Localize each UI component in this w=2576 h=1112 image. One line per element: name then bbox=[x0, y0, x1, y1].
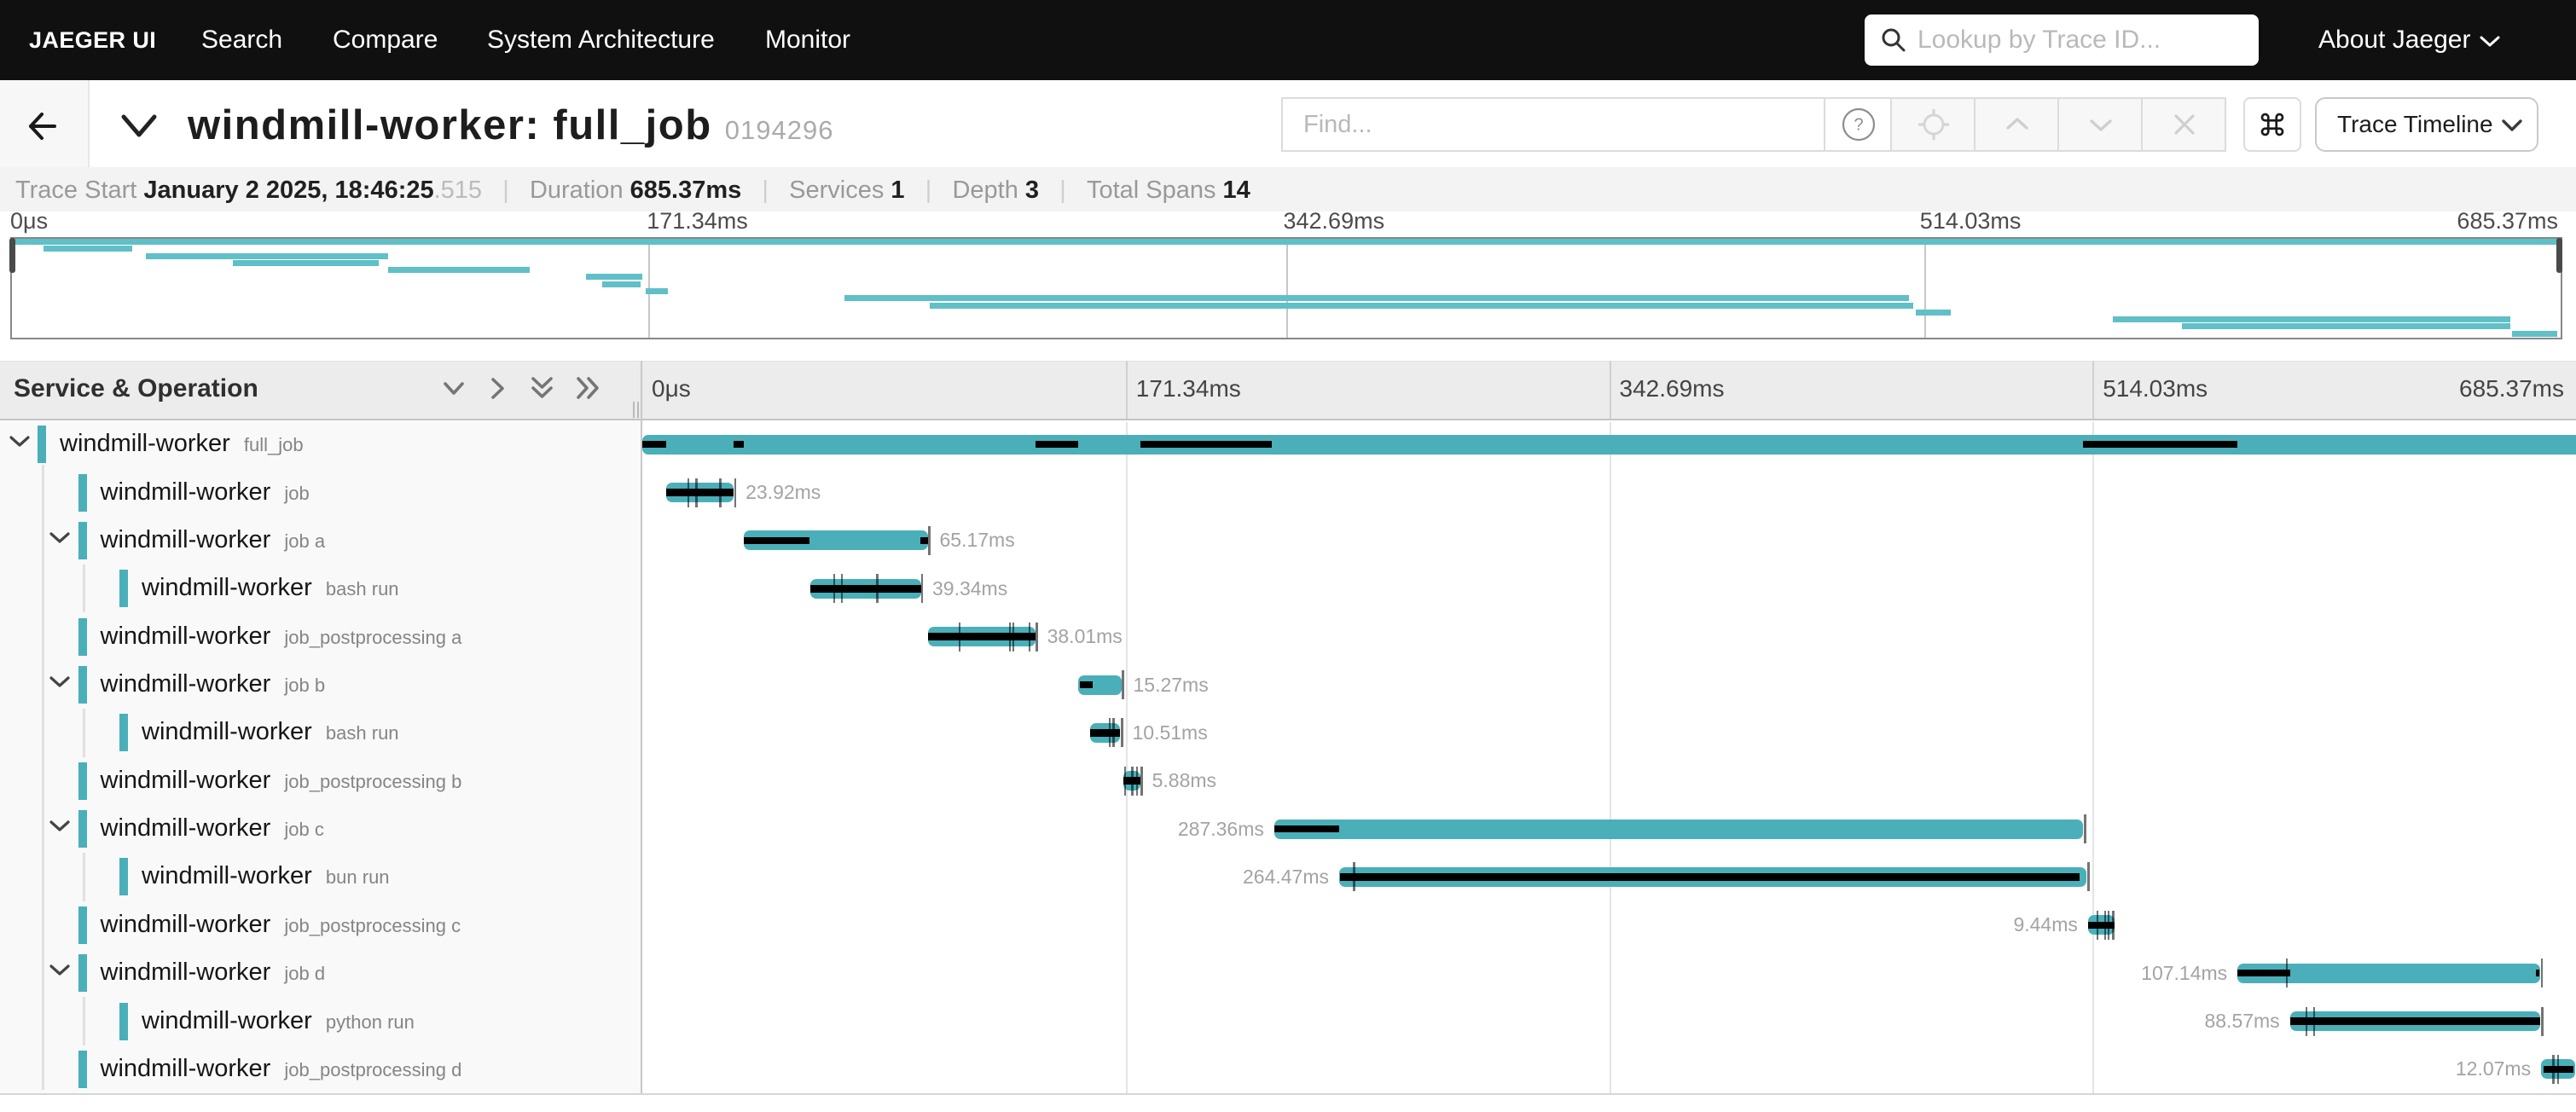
svg-text:?: ? bbox=[1854, 116, 1863, 135]
